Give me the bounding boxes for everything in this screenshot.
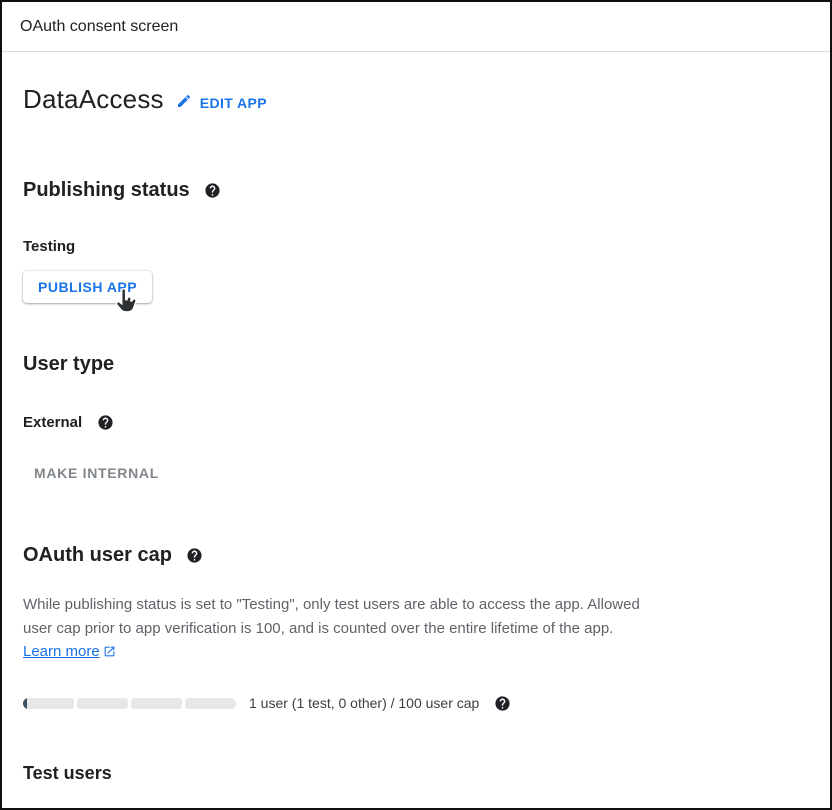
user-type-help-icon[interactable] <box>97 414 114 431</box>
edit-app-button[interactable]: EDIT APP <box>176 93 267 112</box>
learn-more-link[interactable]: Learn more <box>23 643 100 660</box>
publishing-status-heading-row: Publishing status <box>23 179 830 202</box>
progress-segment <box>77 698 128 709</box>
page-header: OAuth consent screen <box>2 2 830 52</box>
progress-segment <box>23 698 74 709</box>
publish-app-button-row: PUBLISH APP <box>23 271 830 303</box>
learn-more-label: Learn more <box>23 643 100 660</box>
main-content: DataAccess EDIT APP Publishing status Te… <box>2 84 830 784</box>
publishing-status-help-icon[interactable] <box>204 182 221 199</box>
cap-description-text: While publishing status is set to "Testi… <box>23 596 640 637</box>
progress-segment <box>131 698 182 709</box>
user-type-value-row: External <box>23 414 830 431</box>
progress-fill <box>23 698 27 709</box>
user-type-heading: User type <box>23 353 114 376</box>
oauth-consent-screen-page: OAuth consent screen DataAccess EDIT APP… <box>0 0 832 810</box>
page-title: OAuth consent screen <box>20 18 178 36</box>
user-cap-usage-row: 1 user (1 test, 0 other) / 100 user cap <box>23 695 830 712</box>
oauth-user-cap-heading-row: OAuth user cap <box>23 544 830 567</box>
oauth-user-cap-help-icon[interactable] <box>186 547 203 564</box>
user-cap-usage-text: 1 user (1 test, 0 other) / 100 user cap <box>249 695 479 711</box>
app-name: DataAccess <box>23 84 164 115</box>
edit-app-button-label: EDIT APP <box>200 95 267 111</box>
user-type-heading-row: User type <box>23 353 830 376</box>
test-users-heading: Test users <box>23 763 830 784</box>
make-internal-button[interactable]: MAKE INTERNAL <box>34 465 159 481</box>
pencil-icon <box>176 93 192 112</box>
user-cap-progressbar <box>23 698 236 709</box>
oauth-user-cap-heading: OAuth user cap <box>23 544 172 567</box>
user-type-value: External <box>23 414 82 431</box>
publishing-status-value: Testing <box>23 238 830 255</box>
open-in-new-icon <box>103 642 116 666</box>
publish-app-button[interactable]: PUBLISH APP <box>23 271 152 303</box>
progress-segment <box>185 698 236 709</box>
oauth-user-cap-description: While publishing status is set to "Testi… <box>23 593 643 666</box>
user-cap-usage-help-icon[interactable] <box>494 695 511 712</box>
publishing-status-heading: Publishing status <box>23 179 190 202</box>
app-title-row: DataAccess EDIT APP <box>23 84 830 115</box>
